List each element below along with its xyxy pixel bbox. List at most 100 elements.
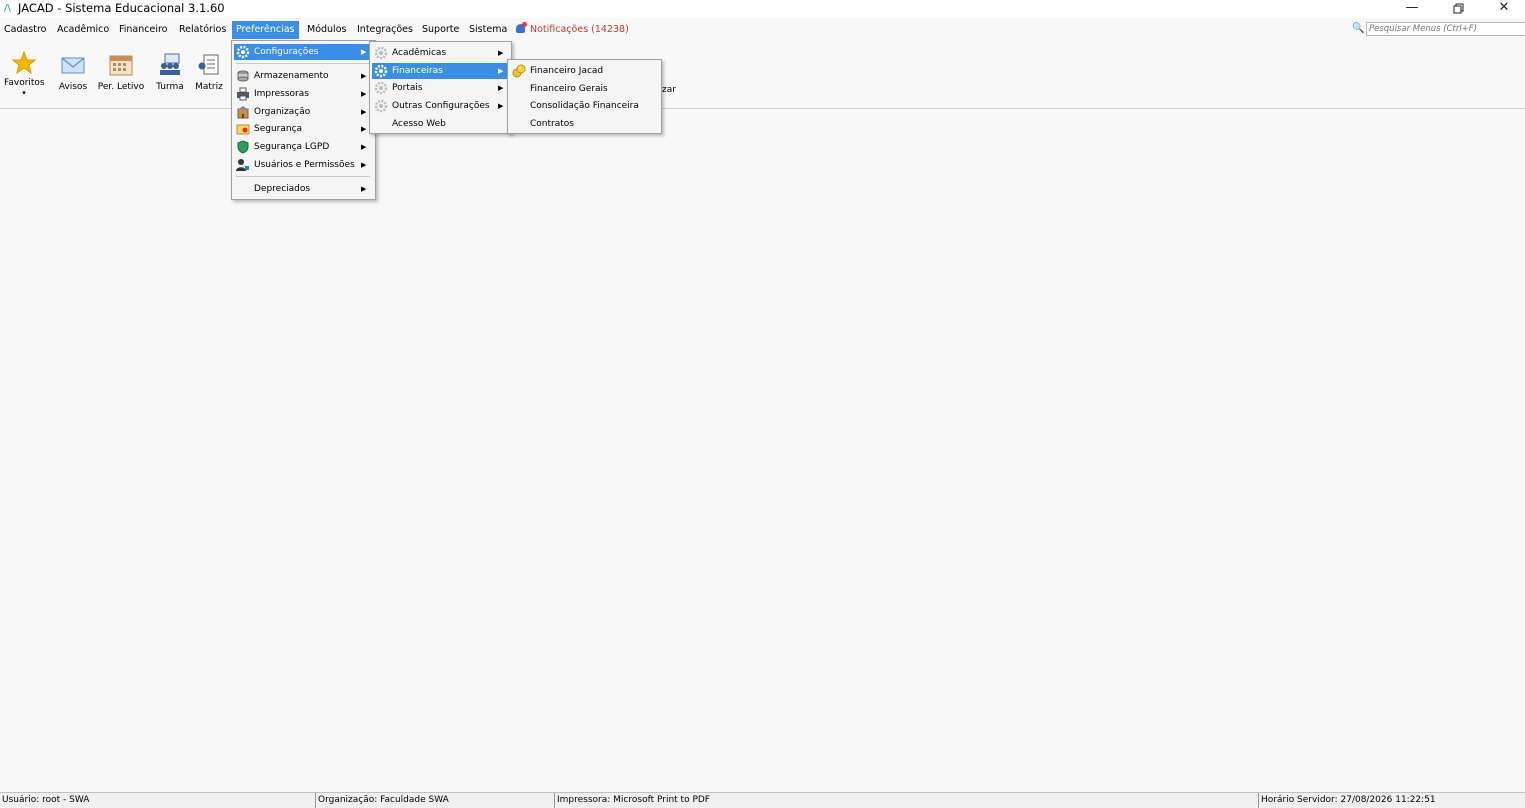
submenu-arrow-icon: ▶ [498, 102, 504, 110]
submenu-arrow-icon: ▶ [361, 161, 367, 169]
menu-item-organizacao-label: Organização [254, 107, 311, 117]
printer-icon [236, 87, 250, 101]
minimize-button[interactable]: — [1389, 0, 1435, 18]
submenu-arrow-icon: ▶ [361, 72, 367, 80]
menu-item-financeiro-gerais[interactable]: Financeiro Gerais [510, 81, 659, 97]
toolbar-avisos-label: Avisos [58, 82, 88, 92]
menu-bar: Cadastro Acadêmico Financeiro Relatórios… [0, 20, 1525, 40]
toolbar-per-letivo-label: Per. Letivo [97, 82, 145, 92]
chevron-down-icon: ▾ [22, 89, 26, 97]
restore-icon [1453, 3, 1464, 18]
class-group-icon [157, 52, 183, 78]
submenu-arrow-icon: ▶ [498, 84, 504, 92]
submenu-arrow-icon: ▶ [498, 67, 504, 75]
calendar-icon [108, 52, 134, 78]
close-icon: ✕ [1498, 0, 1510, 15]
security-icon [236, 122, 250, 136]
menu-item-organizacao[interactable]: Organização ▶ [234, 104, 373, 120]
menu-item-financeiras[interactable]: Financeiras ▶ [372, 63, 509, 79]
gear-icon [236, 45, 250, 59]
toolbar-turma-label: Turma [156, 82, 184, 92]
gear-icon [374, 99, 388, 113]
menu-item-outras-configuracoes[interactable]: Outras Configurações ▶ [372, 98, 509, 114]
window-title: JACAD - Sistema Educacional 3.1.60 [18, 1, 225, 15]
toolbar-avisos[interactable]: Avisos [56, 52, 90, 92]
menu-financeiro[interactable]: Financeiro [115, 21, 172, 39]
menu-modulos[interactable]: Módulos [303, 21, 350, 39]
app-logo-icon: /\ [4, 3, 11, 14]
menu-item-academicas[interactable]: Acadêmicas ▶ [372, 45, 509, 61]
toolbar-favoritos[interactable]: Favoritos ▾ [4, 50, 45, 97]
menu-item-contratos-label: Contratos [530, 119, 574, 129]
toolbar: Favoritos ▾ Avisos Per. Letivo Turma Mat… [0, 42, 1525, 109]
menu-separator [236, 176, 370, 177]
gear-icon [374, 81, 388, 95]
configuracoes-submenu: Acadêmicas ▶ Financeiras ▶ Portais ▶ Out… [369, 41, 512, 134]
financeiras-submenu: Financeiro Jacad Financeiro Gerais Conso… [507, 59, 662, 134]
status-organization: Organização: Faculdade SWA [315, 793, 554, 808]
menu-item-acesso-web-label: Acesso Web [392, 119, 446, 129]
submenu-arrow-icon: ▶ [361, 90, 367, 98]
menu-item-consolidacao-financeira-label: Consolidação Financeira [530, 101, 639, 111]
star-icon [11, 50, 37, 76]
menu-item-consolidacao-financeira[interactable]: Consolidação Financeira [510, 98, 659, 114]
coins-icon [512, 64, 526, 78]
curriculum-icon [196, 52, 222, 78]
menu-cadastro[interactable]: Cadastro [0, 21, 51, 39]
status-bar: Usuário: root - SWA Organização: Faculda… [0, 792, 1525, 808]
menu-item-outras-configuracoes-label: Outras Configurações [392, 101, 490, 111]
envelope-icon [60, 52, 86, 78]
menu-item-portais[interactable]: Portais ▶ [372, 80, 509, 96]
title-bar: /\ JACAD - Sistema Educacional 3.1.60 — … [0, 0, 1525, 18]
toolbar-partial-item[interactable]: zar [662, 85, 676, 95]
toolbar-matriz[interactable]: Matriz [194, 52, 224, 92]
bell-icon [516, 22, 527, 33]
menu-item-usuarios-permissoes-label: Usuários e Permissões [254, 160, 355, 170]
menu-item-financeiro-jacad[interactable]: Financeiro Jacad [510, 63, 659, 79]
menu-item-impressoras[interactable]: Impressoras ▶ [234, 86, 373, 102]
toolbar-per-letivo[interactable]: Per. Letivo [97, 52, 145, 92]
submenu-arrow-icon: ▶ [361, 185, 367, 193]
menu-item-configuracoes[interactable]: Configurações ▶ [234, 44, 373, 60]
search-input[interactable] [1366, 22, 1525, 36]
menu-item-configuracoes-label: Configurações [254, 47, 319, 57]
storage-icon [236, 69, 250, 83]
submenu-arrow-icon: ▶ [361, 48, 367, 56]
menu-suporte[interactable]: Suporte [418, 21, 463, 39]
menu-item-usuarios-permissoes[interactable]: Usuários e Permissões ▶ [234, 157, 373, 173]
menu-relatorios[interactable]: Relatórios [175, 21, 230, 39]
submenu-arrow-icon: ▶ [361, 143, 367, 151]
toolbar-turma[interactable]: Turma [153, 52, 187, 92]
menu-item-seguranca-lgpd[interactable]: Segurança LGPD ▶ [234, 139, 373, 155]
menu-item-seguranca-lgpd-label: Segurança LGPD [254, 142, 330, 152]
menu-item-financeiro-gerais-label: Financeiro Gerais [530, 84, 608, 94]
menu-item-depreciados[interactable]: Depreciados ▶ [234, 181, 373, 197]
menu-item-armazenamento[interactable]: Armazenamento ▶ [234, 68, 373, 84]
shield-icon [236, 140, 250, 154]
notifications-link[interactable]: Notificações (14238) [516, 21, 629, 39]
search-icon: 🔍 [1352, 23, 1365, 34]
submenu-arrow-icon: ▶ [361, 125, 367, 133]
preferencias-menu: Configurações ▶ Armazenamento ▶ Impresso… [231, 40, 376, 200]
menu-sistema[interactable]: Sistema [465, 21, 511, 39]
menu-item-financeiras-label: Financeiras [392, 66, 443, 76]
organization-icon [236, 105, 250, 119]
menu-preferencias[interactable]: Preferências [232, 21, 299, 39]
status-user: Usuário: root - SWA [2, 795, 90, 805]
notifications-label: Notificações (14238) [530, 24, 629, 35]
menu-separator [236, 63, 370, 64]
menu-item-acesso-web[interactable]: Acesso Web [372, 116, 509, 132]
menu-item-seguranca[interactable]: Segurança ▶ [234, 121, 373, 137]
menu-item-seguranca-label: Segurança [254, 124, 303, 134]
menu-item-contratos[interactable]: Contratos [510, 116, 659, 132]
gear-icon [374, 46, 388, 60]
minimize-icon: — [1405, 0, 1419, 15]
menu-integracoes[interactable]: Integrações [353, 21, 417, 39]
close-button[interactable]: ✕ [1481, 0, 1525, 18]
menu-academico[interactable]: Acadêmico [53, 21, 113, 39]
menu-item-depreciados-label: Depreciados [254, 184, 311, 194]
menu-item-armazenamento-label: Armazenamento [254, 71, 329, 81]
menu-item-academicas-label: Acadêmicas [392, 48, 447, 58]
gear-icon [374, 64, 388, 78]
restore-button[interactable] [1435, 0, 1481, 18]
